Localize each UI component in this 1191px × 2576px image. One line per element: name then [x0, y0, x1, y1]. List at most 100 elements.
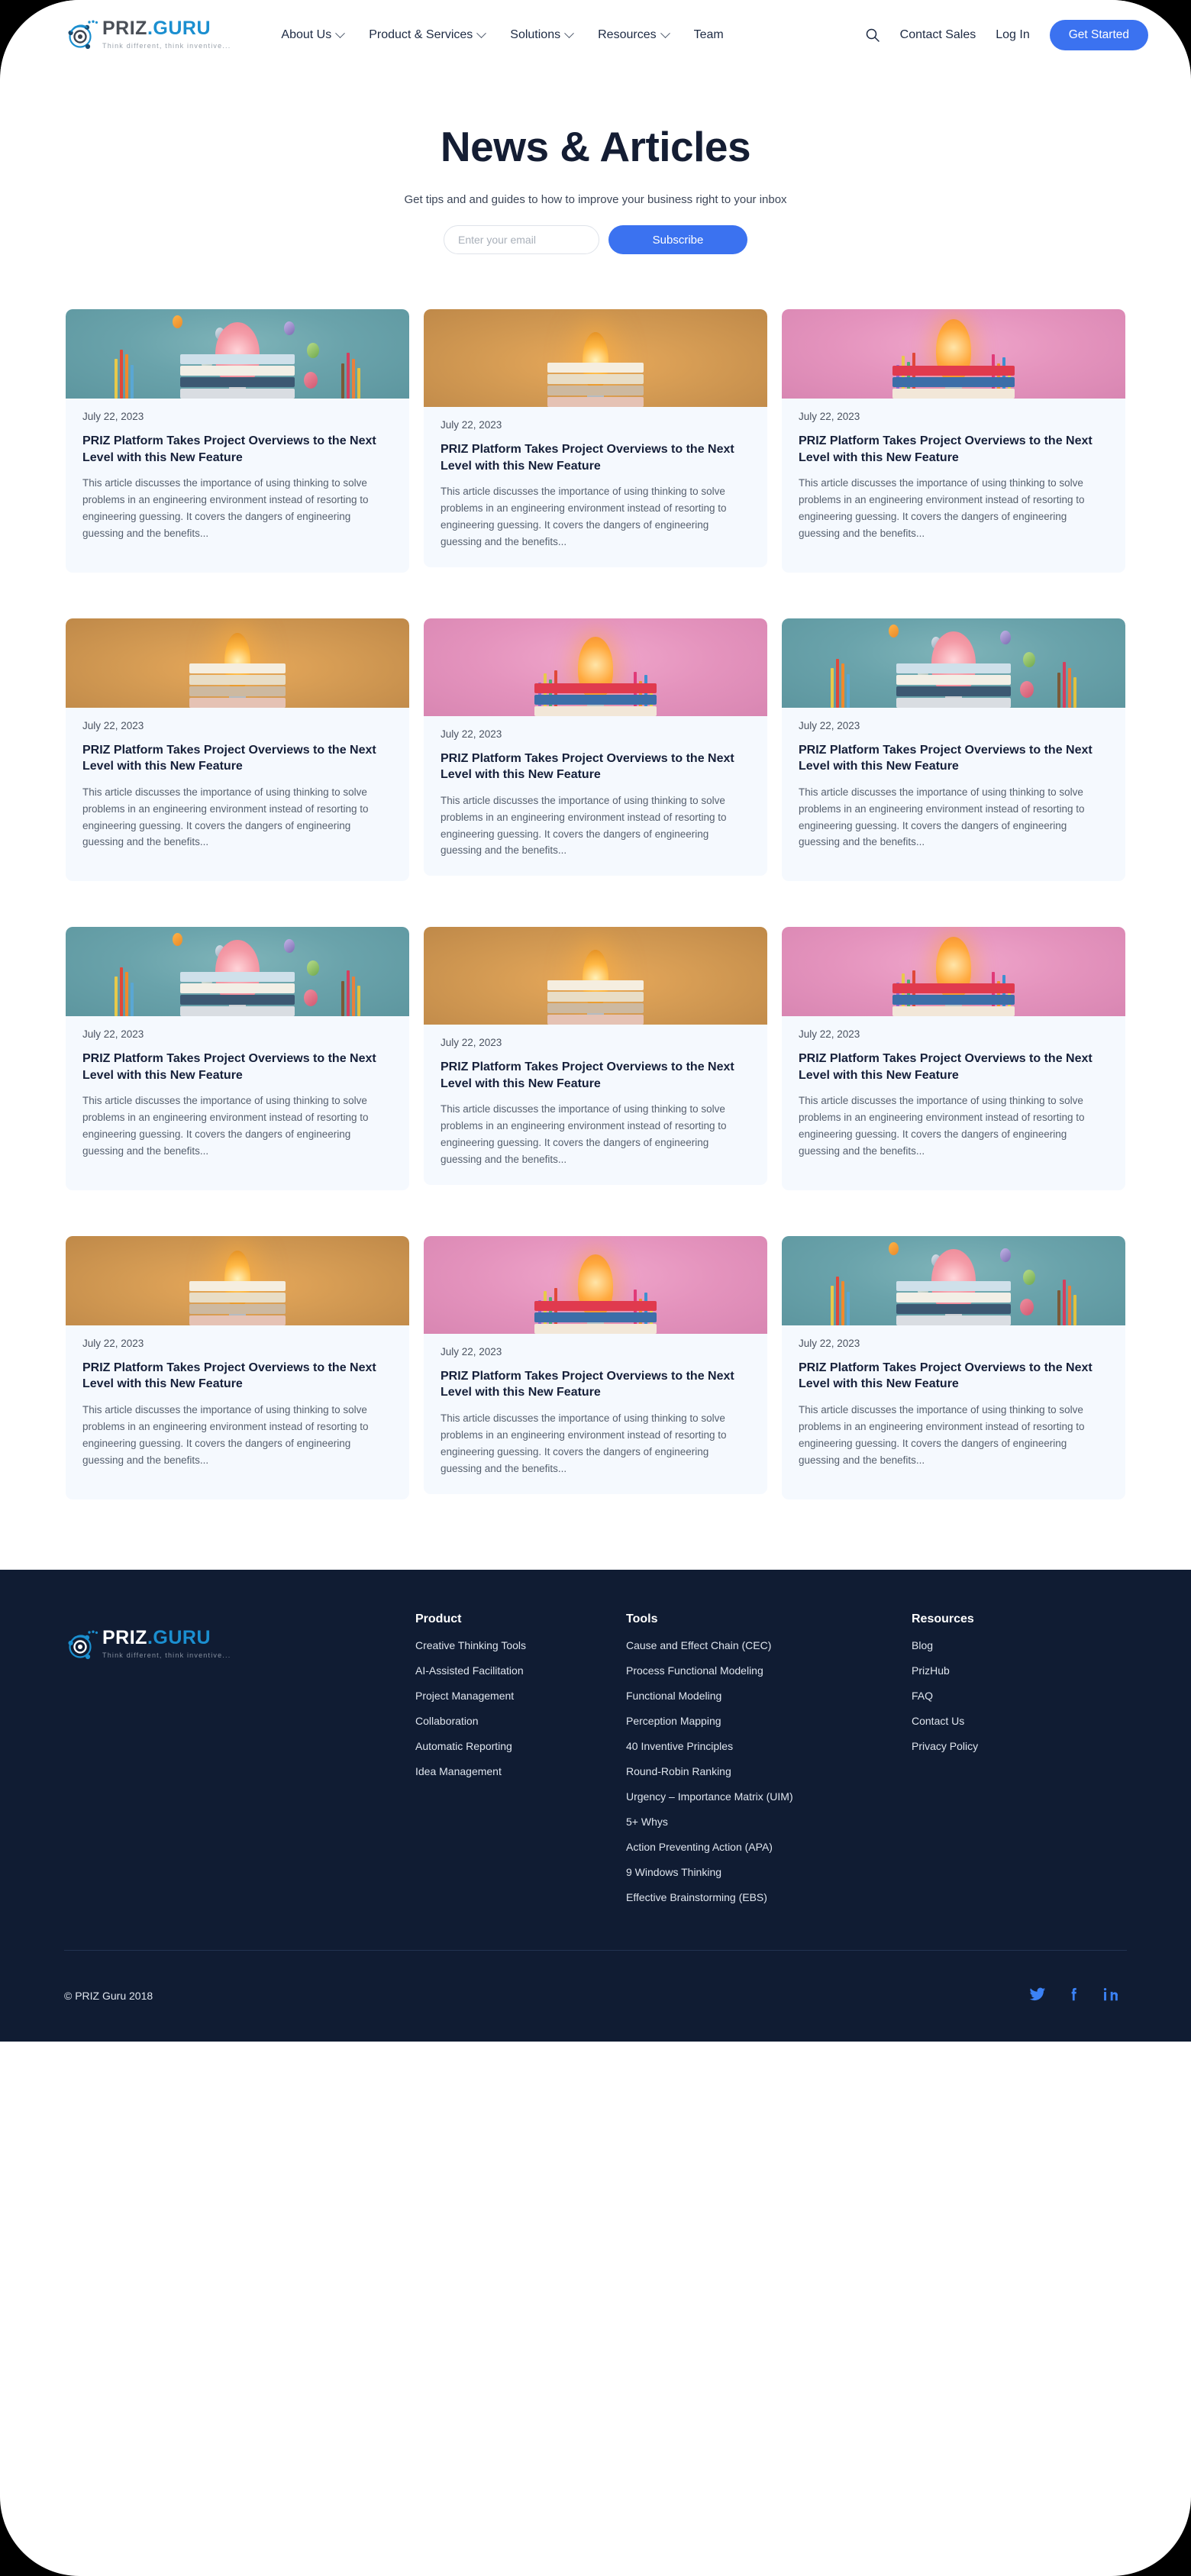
article-image — [66, 1235, 409, 1325]
article-title[interactable]: PRIZ Platform Takes Project Overviews to… — [82, 433, 392, 466]
footer-column-resources: Resources Blog PrizHub FAQ Contact Us Privacy… — [912, 1612, 1095, 1916]
footer-link[interactable]: Idea Management — [415, 1765, 626, 1777]
article-title[interactable]: PRIZ Platform Takes Project Overviews to… — [799, 433, 1109, 466]
footer-link[interactable]: PrizHub — [912, 1664, 1095, 1677]
footer-link-columns: Product Creative Thinking Tools AI-Assiste… — [415, 1612, 1127, 1916]
footer-column-heading: Product — [415, 1612, 462, 1625]
logo-tagline: Think different, think inventive... — [102, 41, 231, 50]
get-started-button[interactable]: Get Started — [1049, 20, 1148, 50]
copyright-text: © PRIZ Guru 2018 — [64, 1990, 153, 2002]
article-title[interactable]: PRIZ Platform Takes Project Overviews to… — [82, 1051, 392, 1083]
article-card[interactable]: July 22, 2023 PRIZ Platform Takes Projec… — [424, 309, 767, 567]
article-excerpt: This article discusses the importance of… — [799, 786, 1085, 848]
article-title[interactable]: PRIZ Platform Takes Project Overviews to… — [82, 742, 392, 775]
linkedin-icon[interactable] — [1102, 1986, 1119, 2006]
site-logo[interactable]: PRIZ. GURU Think different, think inventi… — [64, 18, 231, 53]
article-card[interactable]: July 22, 2023 PRIZ Platform Takes Projec… — [782, 927, 1125, 1190]
article-card[interactable]: July 22, 2023 PRIZ Platform Takes Projec… — [66, 927, 409, 1190]
priz-logo-icon — [64, 1628, 99, 1663]
log-in-link[interactable]: Log In — [996, 28, 1029, 42]
logo-word-guru: GURU — [153, 17, 211, 39]
article-card[interactable]: July 22, 2023 PRIZ Platform Takes Projec… — [66, 309, 409, 573]
article-body: July 22, 2023 PRIZ Platform Takes Projec… — [782, 1016, 1125, 1190]
footer-link[interactable]: Process Functional Modeling — [626, 1664, 912, 1677]
footer-link[interactable]: Collaboration — [415, 1715, 626, 1727]
nav-item-team[interactable]: Team — [694, 28, 724, 42]
email-input[interactable] — [444, 225, 599, 254]
article-thumbnail-amber — [66, 1235, 409, 1325]
nav-item-product-services[interactable]: Product & Services — [369, 27, 487, 42]
article-title[interactable]: PRIZ Platform Takes Project Overviews to… — [799, 1360, 1109, 1393]
footer-link[interactable]: Project Management — [415, 1690, 626, 1702]
article-image — [66, 618, 409, 708]
article-excerpt: This article discusses the importance of… — [82, 1404, 369, 1466]
footer-link[interactable]: Perception Mapping — [626, 1715, 912, 1727]
article-body: July 22, 2023 PRIZ Platform Takes Projec… — [66, 399, 409, 573]
article-card[interactable]: July 22, 2023 PRIZ Platform Takes Projec… — [424, 1235, 767, 1494]
contact-sales-link[interactable]: Contact Sales — [900, 28, 976, 42]
article-card[interactable]: July 22, 2023 PRIZ Platform Takes Projec… — [424, 618, 767, 876]
nav-label: Resources — [598, 28, 657, 41]
article-excerpt: This article discusses the importance of… — [441, 1103, 727, 1166]
footer-link[interactable]: 40 Inventive Principles — [626, 1740, 912, 1752]
article-card[interactable]: July 22, 2023 PRIZ Platform Takes Projec… — [424, 927, 767, 1185]
nav-item-about-us[interactable]: About Us — [281, 27, 346, 42]
footer-link[interactable]: Functional Modeling — [626, 1690, 912, 1702]
article-date: July 22, 2023 — [82, 411, 144, 422]
article-image — [782, 618, 1125, 708]
chevron-down-icon — [335, 27, 346, 38]
article-thumbnail-amber — [66, 618, 409, 708]
article-image — [782, 1235, 1125, 1325]
subscribe-button[interactable]: Subscribe — [608, 225, 747, 254]
article-thumbnail-pink — [424, 618, 767, 716]
logo-word-dot: . — [147, 1627, 153, 1648]
footer-link[interactable]: AI-Assisted Facilitation — [415, 1664, 626, 1677]
logo-word-guru: GURU — [153, 1627, 211, 1648]
social-links — [1029, 1986, 1127, 2006]
footer-link[interactable]: Round-Robin Ranking — [626, 1765, 912, 1777]
footer-link[interactable]: Creative Thinking Tools — [415, 1639, 626, 1651]
footer-column-heading: Resources — [912, 1612, 974, 1625]
article-thumbnail-teal — [66, 309, 409, 399]
article-body: July 22, 2023 PRIZ Platform Takes Projec… — [66, 1325, 409, 1499]
nav-item-solutions[interactable]: Solutions — [510, 27, 574, 42]
footer-link[interactable]: Urgency – Importance Matrix (UIM) — [626, 1790, 912, 1803]
article-body: July 22, 2023 PRIZ Platform Takes Projec… — [66, 707, 409, 882]
article-card[interactable]: July 22, 2023 PRIZ Platform Takes Projec… — [782, 618, 1125, 882]
nav-item-resources[interactable]: Resources — [598, 27, 670, 42]
nav-label: Team — [693, 28, 724, 41]
article-excerpt: This article discusses the importance of… — [82, 477, 369, 539]
footer-column-product: Product Creative Thinking Tools AI-Assiste… — [415, 1612, 626, 1916]
article-title[interactable]: PRIZ Platform Takes Project Overviews to… — [441, 1059, 750, 1092]
article-card[interactable]: July 22, 2023 PRIZ Platform Takes Projec… — [66, 618, 409, 882]
article-title[interactable]: PRIZ Platform Takes Project Overviews to… — [441, 1368, 750, 1401]
footer-link[interactable]: Blog — [912, 1639, 1095, 1651]
footer-link[interactable]: 9 Windows Thinking — [626, 1866, 912, 1878]
article-title[interactable]: PRIZ Platform Takes Project Overviews to… — [82, 1360, 392, 1393]
footer-top: PRIZ. GURU Think different, think inventi… — [64, 1612, 1127, 1916]
footer-link[interactable]: FAQ — [912, 1690, 1095, 1702]
twitter-icon[interactable] — [1029, 1986, 1046, 2006]
article-card[interactable]: July 22, 2023 PRIZ Platform Takes Projec… — [782, 1235, 1125, 1499]
article-title[interactable]: PRIZ Platform Takes Project Overviews to… — [441, 751, 750, 783]
header-actions: Contact Sales Log In Get Started — [865, 20, 1148, 50]
footer-logo[interactable]: PRIZ. GURU Think different, think inventi… — [64, 1612, 415, 1916]
article-title[interactable]: PRIZ Platform Takes Project Overviews to… — [799, 1051, 1109, 1083]
article-card[interactable]: July 22, 2023 PRIZ Platform Takes Projec… — [782, 309, 1125, 573]
search-icon[interactable] — [865, 27, 880, 43]
footer-link[interactable]: Automatic Reporting — [415, 1740, 626, 1752]
footer-link[interactable]: Contact Us — [912, 1715, 1095, 1727]
facebook-icon[interactable] — [1066, 1986, 1083, 2006]
footer-link[interactable]: Action Preventing Action (APA) — [626, 1841, 912, 1853]
article-excerpt: This article discusses the importance of… — [441, 1412, 727, 1474]
article-date: July 22, 2023 — [441, 1345, 502, 1357]
priz-logo-icon — [64, 18, 99, 53]
article-title[interactable]: PRIZ Platform Takes Project Overviews to… — [799, 742, 1109, 775]
footer-link[interactable]: Cause and Effect Chain (CEC) — [626, 1639, 912, 1651]
article-title[interactable]: PRIZ Platform Takes Project Overviews to… — [441, 441, 750, 474]
footer-link[interactable]: Effective Brainstorming (EBS) — [626, 1891, 912, 1903]
footer-link[interactable]: 5+ Whys — [626, 1816, 912, 1828]
footer-link[interactable]: Privacy Policy — [912, 1740, 1095, 1752]
footer-bottom-bar: © PRIZ Guru 2018 — [64, 1949, 1127, 2042]
article-card[interactable]: July 22, 2023 PRIZ Platform Takes Projec… — [66, 1235, 409, 1499]
